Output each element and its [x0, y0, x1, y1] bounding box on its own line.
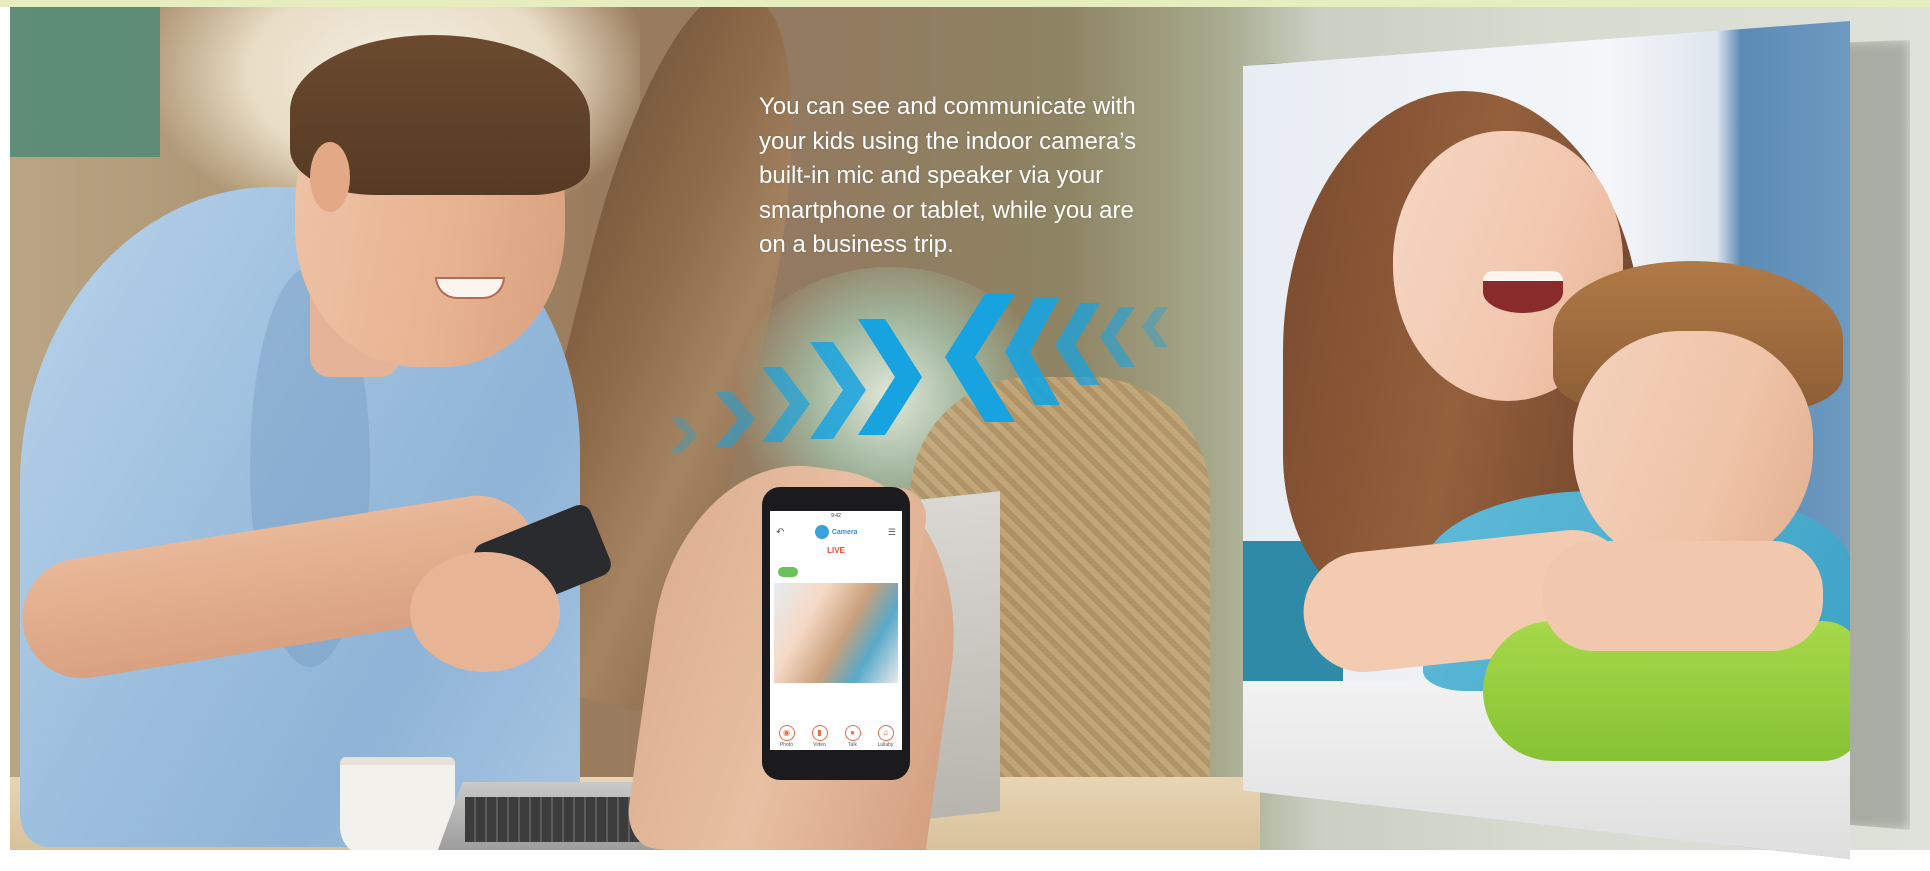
chevron-left-4: [1100, 307, 1135, 367]
camera-icon: ◉: [778, 725, 795, 741]
photo-button[interactable]: ◉ Photo: [778, 725, 795, 748]
app-title: Camera: [814, 525, 858, 539]
chevron-left-3: [1055, 303, 1100, 385]
top-strip: [0, 0, 1930, 7]
app-nav-bar: ↶ Camera ☰: [770, 523, 902, 541]
chevron-left-1: [945, 294, 1015, 422]
microphone-icon: ●: [844, 725, 861, 741]
chevron-right-3: [762, 367, 810, 442]
music-note-icon: ♫: [877, 725, 894, 741]
kids-photo: [1243, 21, 1850, 859]
video-icon: ▮: [811, 725, 828, 741]
video-button[interactable]: ▮ Video: [811, 725, 828, 748]
chevrons-right-icon: [670, 319, 922, 453]
talk-button[interactable]: ● Talk: [844, 725, 861, 748]
lullaby-button-label: Lullaby: [877, 742, 894, 748]
back-arrow-icon[interactable]: ↶: [776, 527, 784, 538]
smartphone: 9:42 ↶ Camera ☰ LIVE ◉ Photo ▮ Video ● Talk…: [762, 487, 910, 780]
boy-hands: [1543, 541, 1823, 651]
app-action-bar: ◉ Photo ▮ Video ● Talk ♫ Lullaby: [770, 725, 902, 748]
chevron-right-4: [810, 342, 866, 439]
chevron-left-2: [1005, 297, 1060, 405]
menu-icon[interactable]: ☰: [888, 527, 896, 538]
chevron-right-2: [715, 392, 755, 447]
live-label: LIVE: [827, 546, 845, 555]
girl-laughing-mouth: [1483, 271, 1563, 313]
boy-face: [1573, 331, 1813, 571]
chevrons-left-icon: [945, 294, 1168, 422]
chevron-left-5: [1142, 307, 1168, 347]
chevron-right-5: [858, 319, 922, 435]
phone-status-time: 9:42: [831, 513, 841, 519]
audio-toggle[interactable]: [778, 567, 798, 577]
chevron-right-1: [670, 417, 698, 453]
photo-button-label: Photo: [779, 742, 794, 748]
feature-description: You can see and communicate with your ki…: [759, 93, 1137, 258]
live-video-feed: [774, 583, 898, 683]
talk-button-label: Talk: [848, 742, 857, 748]
lullaby-button[interactable]: ♫ Lullaby: [877, 725, 894, 748]
phone-screen: 9:42 ↶ Camera ☰ LIVE ◉ Photo ▮ Video ● Talk…: [770, 511, 902, 750]
video-button-label: Video: [813, 742, 826, 748]
app-name: Camera: [831, 528, 858, 536]
app-logo-icon: [814, 525, 829, 539]
